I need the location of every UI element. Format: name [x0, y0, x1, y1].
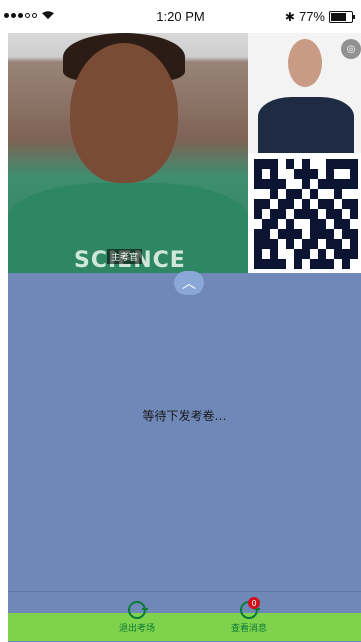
status-bar: 1:20 PM ✱ 77%	[0, 0, 361, 33]
bottom-green-strip	[8, 613, 361, 641]
self-video[interactable]: ◎	[248, 33, 361, 153]
collapse-toggle-button[interactable]: ︿	[174, 271, 204, 295]
battery-icon	[329, 10, 355, 23]
person-suit	[258, 97, 354, 153]
camera-icon: ◎	[346, 43, 356, 55]
examiner-label: 主考官	[107, 249, 143, 264]
view-messages-button[interactable]: 0 查看消息	[204, 597, 294, 634]
battery-percent: 77%	[298, 9, 325, 24]
status-right: ✱ 77%	[284, 9, 355, 24]
bluetooth-icon: ✱	[284, 9, 295, 24]
waiting-message: 等待下发考卷…	[142, 409, 227, 423]
examiner-video[interactable]: SCIENCE 主考官	[8, 33, 248, 273]
camera-switch-button[interactable]: ◎	[341, 39, 361, 59]
exam-screen: SCIENCE 主考官 ◎ ︿ 等待下发考卷… 退出考场	[8, 33, 361, 642]
qr-code	[248, 153, 361, 273]
person-face	[70, 43, 178, 183]
person-head	[288, 39, 322, 87]
chevron-up-icon: ︿	[182, 276, 196, 292]
message-badge: 0	[248, 597, 260, 609]
exit-exam-button[interactable]: 退出考场	[92, 601, 182, 634]
exit-exam-label: 退出考场	[118, 624, 155, 634]
view-messages-label: 查看消息	[230, 624, 267, 634]
exit-icon	[128, 601, 148, 619]
qr-code-pattern	[254, 159, 358, 269]
